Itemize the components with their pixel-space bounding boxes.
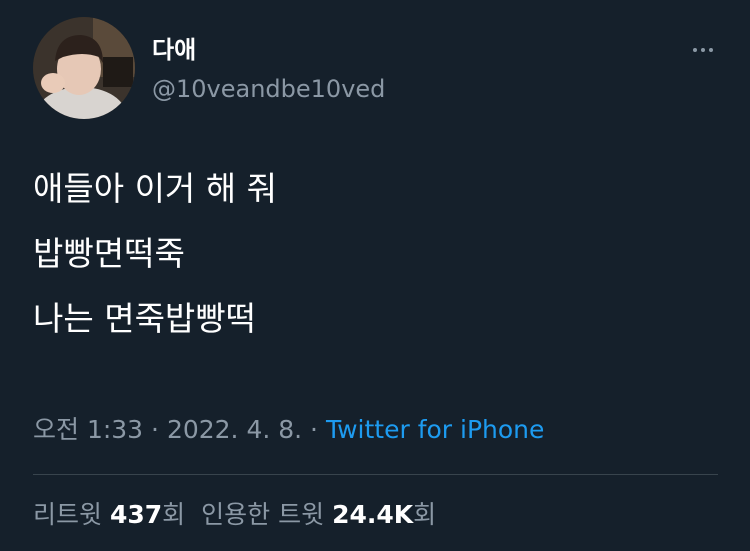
retweets-unit: 회	[162, 500, 186, 529]
more-horizontal-icon[interactable]	[683, 35, 723, 65]
avatar-image	[33, 17, 135, 119]
tweet: 다애 @10veandbe10ved 애들아 이거 해 줘 밥빵면떡죽 나는 면…	[0, 0, 750, 551]
avatar[interactable]	[33, 17, 135, 119]
separator: ·	[302, 415, 326, 444]
tweet-line: 애들아 이거 해 줘	[33, 169, 277, 208]
tweet-meta: 오전 1:33 · 2022. 4. 8. · Twitter for iPho…	[33, 412, 544, 448]
tweet-text: 애들아 이거 해 줘 밥빵면떡죽 나는 면죽밥빵떡	[33, 167, 723, 362]
dot	[709, 48, 713, 52]
quotes-count: 24.4K	[332, 500, 414, 529]
tweet-time[interactable]: 오전 1:33	[33, 415, 143, 444]
retweets-stat[interactable]: 리트윗 437회	[33, 500, 185, 529]
quotes-label: 인용한 트윗	[201, 500, 333, 529]
tweet-line: 나는 면죽밥빵떡	[33, 299, 257, 338]
tweet-source-link[interactable]: Twitter for iPhone	[326, 415, 544, 444]
retweets-count: 437	[109, 500, 163, 529]
tweet-line: 밥빵면떡죽	[33, 234, 185, 273]
tweet-header: 다애 @10veandbe10ved	[33, 17, 723, 119]
tweet-date[interactable]: 2022. 4. 8.	[167, 415, 302, 444]
user-handle[interactable]: @10veandbe10ved	[152, 74, 385, 104]
display-name[interactable]: 다애	[152, 35, 196, 65]
quote-tweets-stat[interactable]: 인용한 트윗 24.4K회	[201, 500, 436, 529]
separator: ·	[143, 415, 167, 444]
tweet-stats: 리트윗 437회 인용한 트윗 24.4K회	[33, 497, 436, 533]
dot	[693, 48, 697, 52]
dot	[701, 48, 705, 52]
retweets-label: 리트윗	[33, 500, 110, 529]
quotes-unit: 회	[413, 500, 437, 529]
divider	[33, 474, 718, 475]
